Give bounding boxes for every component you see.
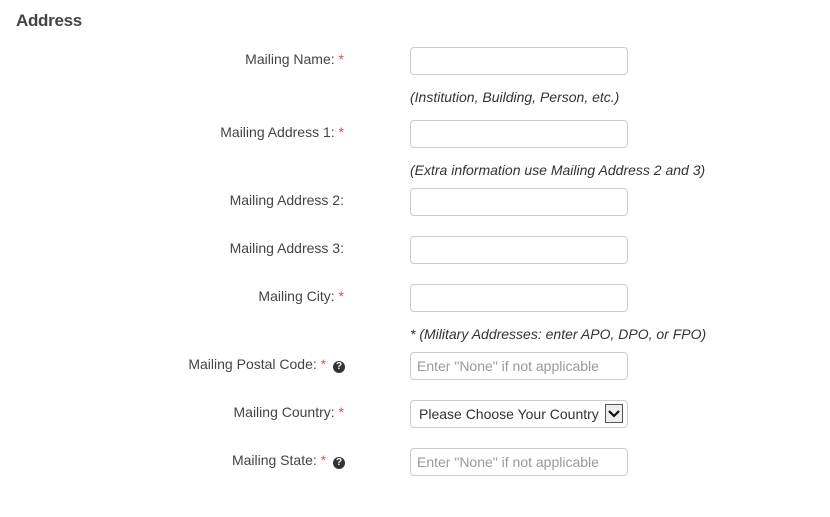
required-asterisk: * — [320, 452, 327, 468]
section-title: Address — [16, 11, 82, 30]
mailing-address-3-input[interactable] — [410, 236, 628, 264]
mailing-name-input[interactable] — [410, 47, 628, 75]
mailing-address-1-label: Mailing Address 1: * — [220, 124, 344, 140]
help-icon[interactable]: ? — [333, 361, 345, 373]
required-asterisk: * — [338, 404, 344, 420]
mailing-address-3-label: Mailing Address 3: — [230, 240, 344, 256]
selected-value: Please Choose Your Country — [419, 406, 599, 422]
label-text: Mailing State: — [231, 452, 317, 468]
label-text: Mailing Address 2: — [229, 192, 344, 208]
mailing-postal-code-label: Mailing Postal Code: * ? — [188, 356, 345, 373]
mailing-state-label: Mailing State: * ? — [232, 452, 345, 469]
required-asterisk: * — [338, 124, 344, 140]
help-icon[interactable]: ? — [333, 457, 345, 469]
label-text: Mailing Country: — [233, 404, 335, 420]
label-text: Mailing Address 3: — [229, 240, 344, 256]
required-asterisk: * — [320, 356, 327, 372]
mailing-address-1-input[interactable] — [410, 120, 628, 148]
mailing-name-hint: (Institution, Building, Person, etc.) — [410, 89, 620, 105]
label-text: Mailing Name: — [245, 51, 335, 67]
mailing-city-input[interactable] — [410, 284, 628, 312]
label-text: Mailing City: — [258, 288, 335, 304]
chevron-down-icon[interactable] — [605, 404, 623, 423]
mailing-city-hint: * (Military Addresses: enter APO, DPO, o… — [410, 326, 707, 342]
label-text: Mailing Address 1: — [220, 124, 335, 140]
mailing-address-2-input[interactable] — [410, 188, 628, 216]
mailing-state-input[interactable] — [410, 448, 628, 476]
required-asterisk: * — [338, 288, 344, 304]
mailing-country-select[interactable]: Please Choose Your Country — [410, 400, 628, 428]
mailing-city-label: Mailing City: * — [258, 288, 344, 304]
required-asterisk: * — [338, 51, 344, 67]
label-text: Mailing Postal Code: — [188, 356, 317, 372]
mailing-country-label: Mailing Country: * — [234, 404, 345, 420]
mailing-address-1-hint: (Extra information use Mailing Address 2… — [410, 162, 706, 178]
mailing-address-2-label: Mailing Address 2: — [230, 192, 344, 208]
mailing-name-label: Mailing Name: * — [245, 51, 344, 67]
mailing-postal-code-input[interactable] — [410, 352, 628, 380]
